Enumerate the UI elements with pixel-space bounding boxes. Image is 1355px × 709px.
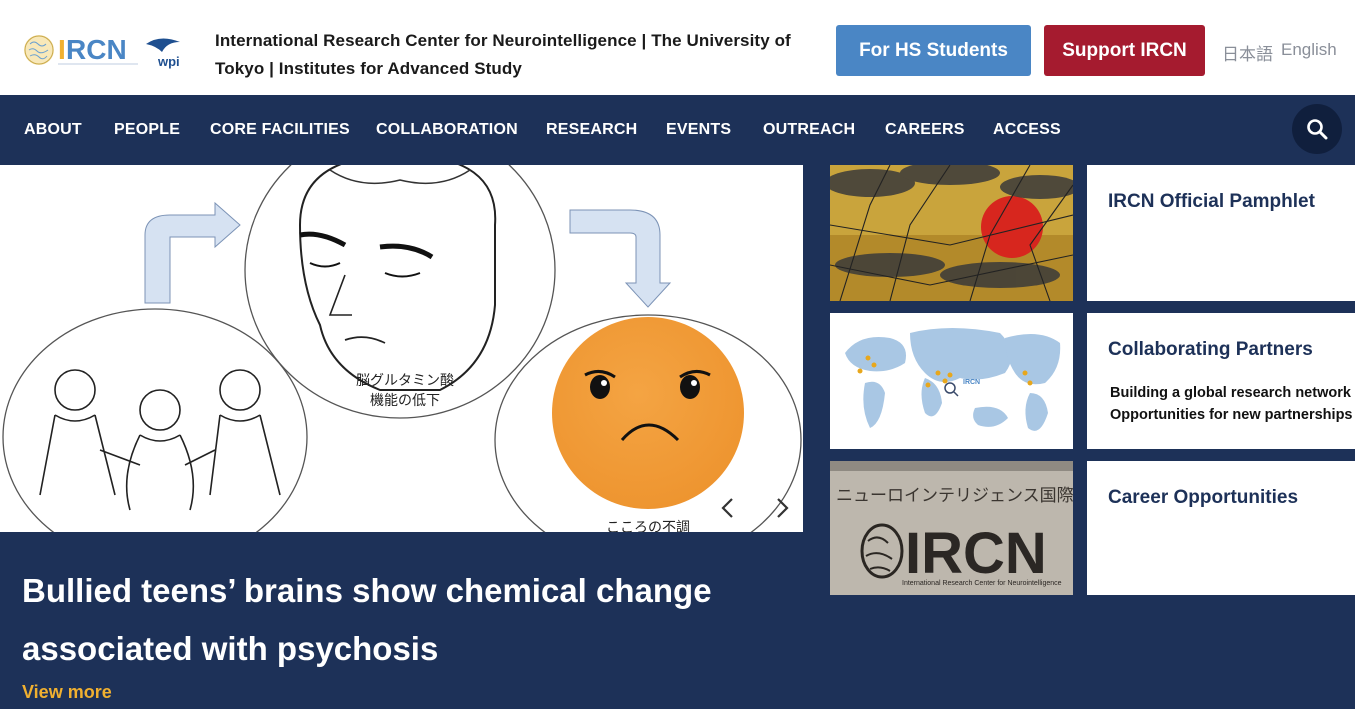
language-english-link[interactable]: English — [1281, 40, 1337, 60]
for-hs-students-button[interactable]: For HS Students — [836, 25, 1031, 76]
language-japanese-link[interactable]: 日本語 — [1222, 40, 1273, 65]
nav-item-collaboration[interactable]: COLLABORATION — [376, 95, 518, 165]
careers-card[interactable]: Career Opportunities — [1087, 461, 1355, 595]
pamphlet-thumbnail[interactable] — [830, 165, 1073, 301]
chevron-right-icon — [777, 498, 789, 518]
svg-text:IRCN: IRCN — [905, 521, 1047, 586]
brain-logo-icon — [24, 35, 54, 65]
partners-map-thumbnail[interactable]: IRCN — [830, 313, 1073, 449]
partners-card-title: Collaborating Partners — [1108, 339, 1313, 360]
pamphlet-card-title: IRCN Official Pamphlet — [1108, 191, 1315, 212]
search-button[interactable] — [1292, 104, 1342, 154]
main-nav: ABOUT PEOPLE CORE FACILITIES COLLABORATI… — [0, 95, 1355, 165]
partners-card-subtitle-1: Building a global research network — [1110, 385, 1351, 401]
svg-text:脳グルタミン酸: 脳グルタミン酸 — [356, 373, 454, 389]
careers-card-title: Career Opportunities — [1108, 487, 1299, 508]
svg-text:RCN: RCN — [66, 34, 127, 65]
slider-prev-button[interactable] — [706, 486, 750, 530]
svg-text:こころの不調: こころの不調 — [606, 520, 690, 532]
nav-item-people[interactable]: PEOPLE — [114, 95, 180, 165]
nav-item-careers[interactable]: CAREERS — [885, 95, 965, 165]
svg-text:IRCN: IRCN — [963, 379, 980, 386]
svg-text:ニューロインテリジェンス国際研究: ニューロインテリジェンス国際研究 — [836, 486, 1073, 506]
careers-sign-thumbnail[interactable]: ニューロインテリジェンス国際研究 IRCN International Rese… — [830, 461, 1073, 595]
svg-text:I: I — [58, 34, 66, 65]
pamphlet-card[interactable]: IRCN Official Pamphlet — [1087, 165, 1355, 301]
hero-slide-image[interactable]: 脳グルタミン酸 機能の低下 こころの不調 — [0, 165, 805, 532]
search-icon — [1307, 119, 1328, 140]
nav-item-core-facilities[interactable]: CORE FACILITIES — [210, 95, 350, 165]
view-more-link[interactable]: View more — [22, 682, 112, 703]
nav-item-events[interactable]: EVENTS — [666, 95, 731, 165]
partners-card[interactable]: Collaborating Partners Building a global… — [1087, 313, 1355, 449]
support-ircn-button[interactable]: Support IRCN — [1044, 25, 1205, 76]
chevron-left-icon — [721, 498, 733, 518]
nav-item-outreach[interactable]: OUTREACH — [763, 95, 855, 165]
svg-text:wpi: wpi — [157, 54, 180, 69]
hero-headline-link[interactable]: Bullied teens’ brains show chemical chan… — [22, 562, 762, 678]
partners-card-subtitle-2: Opportunities for new partnerships — [1110, 407, 1353, 423]
site-title: International Research Center for Neuroi… — [215, 31, 791, 78]
ircn-logo[interactable]: I RCN wpi — [22, 30, 187, 72]
site-header: I RCN wpi International Research Center … — [0, 0, 1355, 95]
slider-next-button[interactable] — [760, 486, 804, 530]
nav-item-research[interactable]: RESEARCH — [546, 95, 637, 165]
svg-text:機能の低下: 機能の低下 — [370, 393, 440, 409]
nav-item-access[interactable]: ACCESS — [993, 95, 1061, 165]
svg-text:International Research Center: International Research Center for Neuroi… — [902, 580, 1062, 587]
nav-item-about[interactable]: ABOUT — [24, 95, 82, 165]
